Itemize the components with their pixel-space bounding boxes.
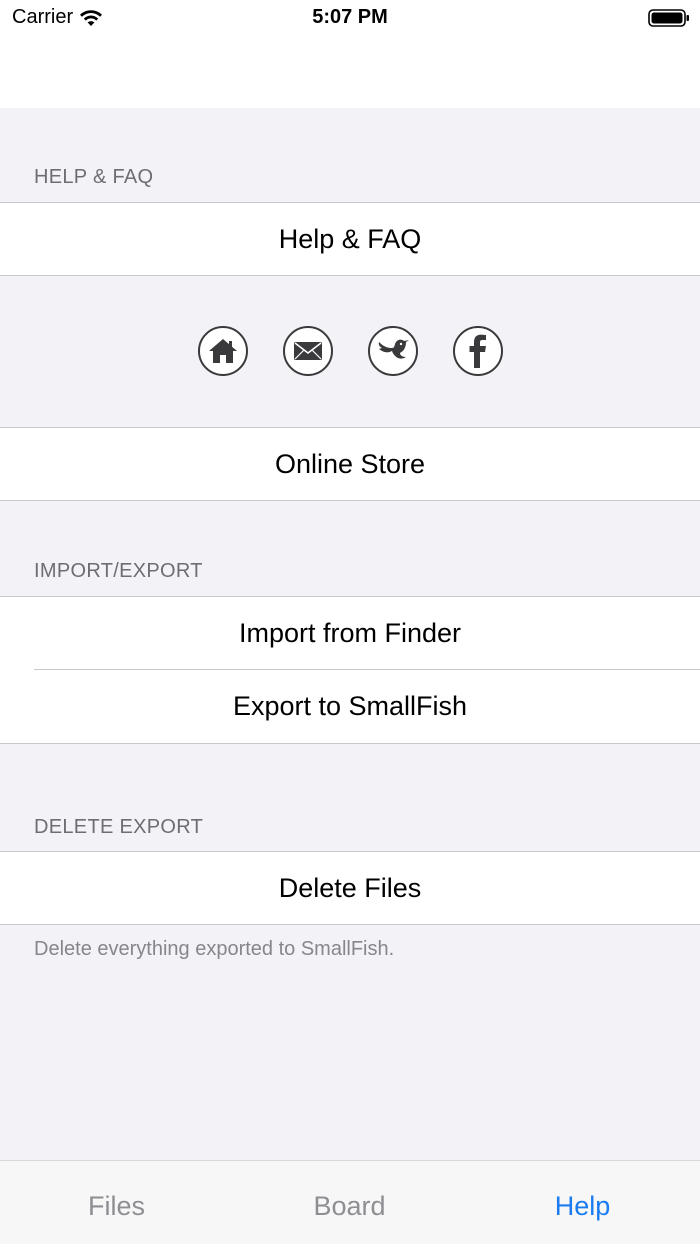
section-header-help: HELP & FAQ [34,166,154,188]
delete-footer-note: Delete everything exported to SmallFish. [34,938,395,960]
delete-files-button[interactable]: Delete Files [0,851,700,925]
tab-board[interactable]: Board [233,1191,466,1222]
online-store-button[interactable]: Online Store [0,427,700,501]
export-to-smallfish-button[interactable]: Export to SmallFish [0,670,700,744]
mail-icon[interactable] [282,326,333,376]
section-header-import-export: IMPORT/EXPORT [34,560,203,582]
tab-help[interactable]: Help [466,1191,699,1222]
top-bar: Carrier 5:07 PM [0,0,700,108]
help-faq-label: Help & FAQ [278,223,422,254]
status-time: 5:07 PM [312,6,388,28]
battery-icon [648,8,690,28]
screen: Carrier 5:07 PM HELP & FAQ Help & FAQ On… [0,0,700,1244]
social-links [0,276,700,426]
import-label: Import from Finder [238,618,462,648]
tab-files[interactable]: Files [0,1191,233,1222]
section-header-delete-export: DELETE EXPORT [34,816,204,838]
facebook-icon[interactable] [452,326,503,376]
export-label: Export to SmallFish [232,691,468,721]
help-faq-button[interactable]: Help & FAQ [0,202,700,276]
tab-bar: Files Board Help [0,1160,700,1244]
import-from-finder-button[interactable]: Import from Finder [0,596,700,670]
delete-files-label: Delete Files [278,872,422,903]
home-icon[interactable] [197,326,248,376]
online-store-label: Online Store [274,448,426,479]
twitter-icon[interactable] [367,326,418,376]
